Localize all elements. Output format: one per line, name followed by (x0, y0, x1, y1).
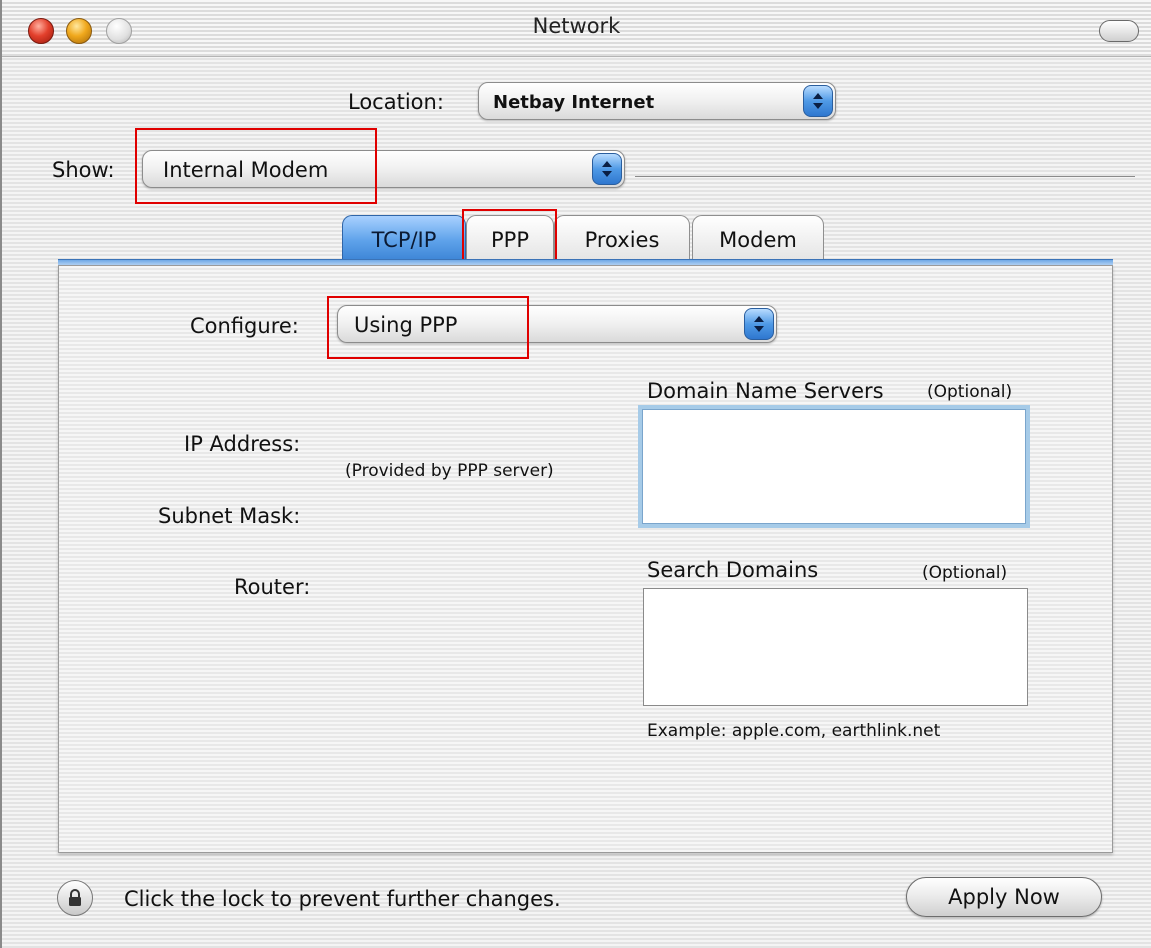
lock-message: Click the lock to prevent further change… (124, 887, 561, 911)
show-label: Show: (52, 158, 115, 182)
toolbar-toggle-icon[interactable] (1099, 20, 1139, 42)
up-down-arrows-icon (803, 85, 833, 117)
lock-icon[interactable] (57, 880, 93, 916)
up-down-arrows-icon (744, 308, 774, 340)
network-window: Network Location: Netbay Internet Show: … (0, 0, 1151, 948)
location-label: Location: (348, 90, 444, 114)
title-bar[interactable]: Network (2, 0, 1151, 57)
dns-optional-label: (Optional) (927, 382, 1013, 402)
highlight-configure-box (327, 296, 529, 359)
dns-servers-field[interactable] (638, 405, 1030, 528)
tab-tcpip[interactable]: TCP/IP (342, 215, 466, 261)
up-down-arrows-icon (592, 153, 622, 185)
location-value: Netbay Internet (493, 92, 655, 113)
search-domains-field[interactable] (643, 588, 1028, 706)
example-text: Example: apple.com, earthlink.net (647, 721, 941, 741)
dns-label: Domain Name Servers (647, 379, 884, 403)
highlight-show-box (135, 128, 377, 204)
tab-proxies[interactable]: Proxies (554, 215, 690, 261)
location-popup[interactable]: Netbay Internet (478, 82, 836, 120)
separator-line (635, 176, 1135, 177)
configure-label: Configure: (190, 314, 299, 338)
window-title: Network (532, 14, 621, 38)
apply-now-button[interactable]: Apply Now (906, 877, 1102, 917)
ip-address-label: IP Address: (184, 432, 301, 456)
tcpip-panel (58, 265, 1113, 853)
provided-by-ppp-note: (Provided by PPP server) (345, 461, 554, 481)
router-label: Router: (234, 575, 311, 599)
tab-modem[interactable]: Modem (692, 215, 824, 261)
subnet-mask-label: Subnet Mask: (158, 504, 301, 528)
search-domains-label: Search Domains (647, 558, 819, 582)
search-optional-label: (Optional) (922, 563, 1008, 583)
